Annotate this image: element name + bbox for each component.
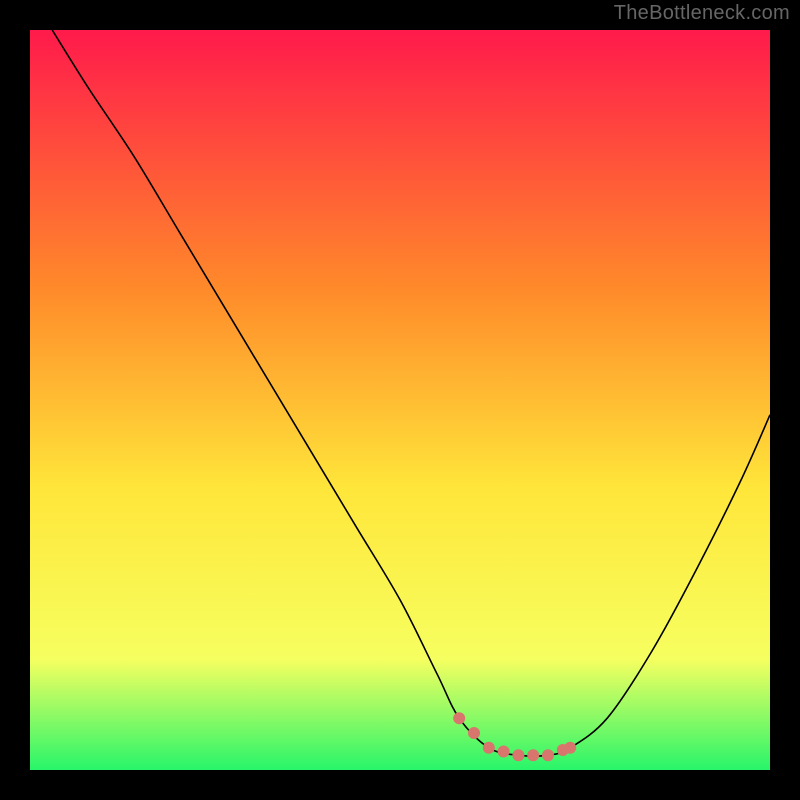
sweet-spot-dot [483, 742, 495, 754]
watermark-label: TheBottleneck.com [614, 2, 790, 25]
gradient-background [30, 30, 770, 770]
sweet-spot-dot [527, 749, 539, 761]
sweet-spot-dot [498, 746, 510, 758]
sweet-spot-dot [564, 742, 576, 754]
sweet-spot-dot [542, 749, 554, 761]
sweet-spot-dot [453, 712, 465, 724]
sweet-spot-dot [468, 727, 480, 739]
sweet-spot-dot [512, 749, 524, 761]
chart-svg [30, 30, 770, 770]
plot-area [30, 30, 770, 770]
chart-frame: TheBottleneck.com [0, 0, 800, 800]
